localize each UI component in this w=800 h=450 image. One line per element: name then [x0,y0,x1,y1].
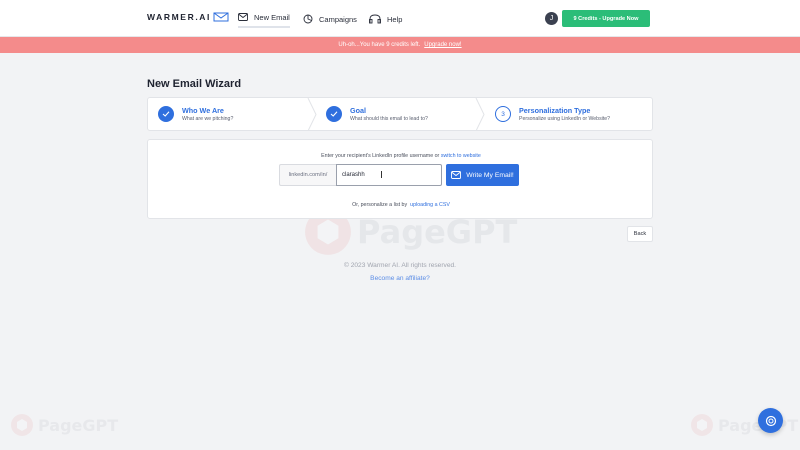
step-personalization-type[interactable]: 3 Personalization Type Personalize using… [495,98,610,130]
nav-campaigns-label: Campaigns [319,14,357,24]
envelope-logo-icon [213,12,229,22]
step-subtitle: What are we pitching? [182,115,234,122]
campaigns-icon [303,14,313,24]
nav-new-email[interactable]: New Email [238,10,290,28]
text-cursor [381,171,382,178]
step-goal[interactable]: Goal What should this email to lead to? [326,98,428,130]
credits-warning-banner: Uh-oh...You have 9 credits left. Upgrade… [0,37,800,53]
nav-help[interactable]: Help [369,10,402,28]
linkedin-hint: Enter your recipient's LinkedIn profile … [148,153,654,159]
chat-help-icon [765,415,776,426]
nav-help-label: Help [387,14,403,24]
upload-csv-link[interactable]: uploading a CSV [410,202,450,208]
wizard-steps: Who We Are What are we pitching? Goal Wh… [147,97,653,131]
help-icon [369,14,381,24]
chevron-right-icon [307,98,317,131]
step-subtitle: What should this email to lead to? [350,115,428,122]
brand-name: WARMER.AI [147,12,211,22]
step-who-we-are[interactable]: Who We Are What are we pitching? [158,98,233,130]
brand-logo[interactable]: WARMER.AI [147,12,229,22]
csv-hint: Or, personalize a list by uploading a CSV [148,202,654,208]
upgrade-credits-button[interactable]: 9 Credits - Upgrade Now [562,10,650,27]
step-title: Who We Are [182,105,224,115]
affiliate-link[interactable]: Become an affiliate? [0,275,800,282]
mail-icon [238,13,248,21]
watermark-logo-bottom-left: PageGPT [10,413,118,437]
step-complete-check-icon [158,106,174,122]
upgrade-now-link[interactable]: Upgrade now! [424,42,461,48]
mail-icon [451,171,462,179]
linkedin-hint-text: Enter your recipient's LinkedIn profile … [321,153,440,159]
step-subtitle: Personalize using LinkedIn or Website? [519,115,611,122]
footer-copyright: © 2023 Warmer AI. All rights reserved. [344,262,456,269]
switch-to-website-link[interactable]: switch to website [441,153,481,159]
write-my-email-button[interactable]: Write My Email! [446,164,519,186]
page-title: New Email Wizard [147,78,242,90]
linkedin-form-card: Enter your recipient's LinkedIn profile … [147,139,653,219]
step-complete-check-icon [326,106,342,122]
banner-text: Uh-oh...You have 9 credits left. [338,42,421,48]
step-title: Goal [350,105,366,115]
chevron-right-icon [475,98,485,131]
nav-new-email-label: New Email [254,12,290,22]
step-title: Personalization Type [519,105,591,115]
linkedin-username-input[interactable]: clarashh [336,164,442,186]
step-number-badge: 3 [495,106,511,122]
linkedin-url-prefix: linkedin.com/in/ [279,164,336,186]
write-my-email-label: Write My Email! [466,171,514,179]
help-chat-button[interactable] [758,408,783,433]
back-button[interactable]: Back [627,226,653,242]
nav-campaigns[interactable]: Campaigns [303,10,357,28]
csv-hint-text: Or, personalize a list by [352,202,408,208]
top-navbar: WARMER.AI New Email Campaigns Help J 9 C… [0,0,800,37]
user-avatar[interactable]: J [545,12,558,25]
